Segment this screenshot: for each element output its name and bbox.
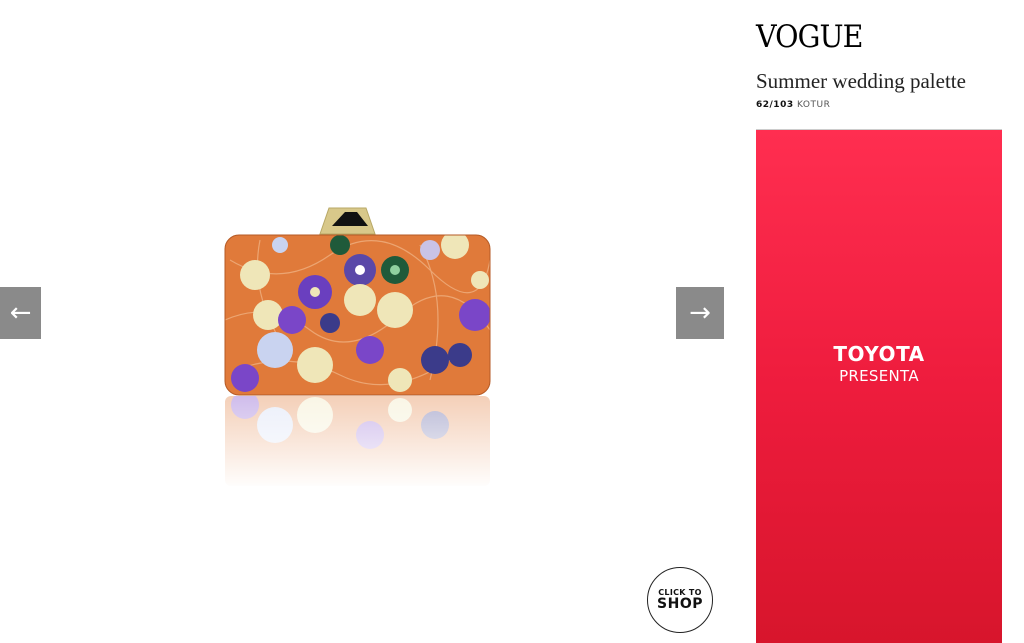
product-image xyxy=(220,200,500,490)
designer-name: KOTUR xyxy=(796,100,831,110)
gallery-title: Summer wedding palette xyxy=(756,69,966,93)
vogue-logo[interactable]: VOGUE xyxy=(756,19,863,55)
shop-badge-line2: SHOP xyxy=(657,596,703,612)
gallery-stage: ← → CLICK TO SHOP xyxy=(0,0,740,643)
clutch-bag-illustration xyxy=(220,207,500,490)
arrow-left-icon: ← xyxy=(9,298,32,328)
ad-brand: TOYOTA xyxy=(833,342,925,366)
gallery-meta: 62/103 KOTUR xyxy=(756,100,830,110)
arrow-right-icon: → xyxy=(689,298,711,328)
next-slide-button[interactable]: → xyxy=(676,287,724,339)
ad-subtitle: PRESENTA xyxy=(839,367,919,385)
gallery-sidebar: VOGUE Summer wedding palette 62/103 KOTU… xyxy=(740,0,1024,643)
previous-slide-button[interactable]: ← xyxy=(0,287,41,339)
slide-counter: 62/103 xyxy=(756,100,794,110)
toyota-advertisement[interactable]: TOYOTA PRESENTA xyxy=(756,129,1002,643)
click-to-shop-button[interactable]: CLICK TO SHOP xyxy=(647,567,713,633)
